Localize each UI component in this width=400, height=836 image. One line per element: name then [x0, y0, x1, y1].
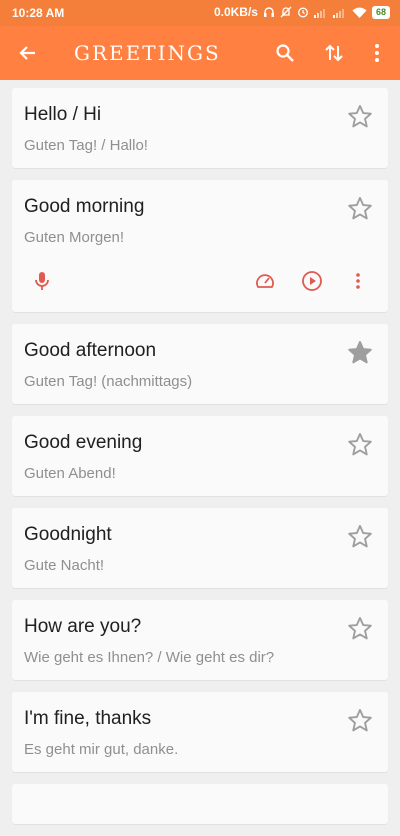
phrase-card[interactable]: Good evening Guten Abend! [12, 416, 388, 496]
alarm-icon [297, 6, 309, 18]
status-time: 10:28 AM [12, 6, 65, 20]
swap-languages-button[interactable] [320, 39, 348, 67]
phrase-german: Guten Morgen! [24, 229, 125, 246]
battery-level: 68 [371, 5, 390, 19]
page-title: GREETINGS [74, 41, 221, 65]
phrase-menu-button[interactable] [343, 266, 373, 296]
playback-speed-button[interactable] [250, 266, 280, 296]
network-speed: 0.0KB/s [213, 5, 258, 19]
star-outline-icon[interactable] [346, 195, 374, 223]
star-filled-icon[interactable] [346, 339, 374, 367]
phrase-german: Es geht mir gut, danke. [24, 741, 179, 758]
arrow-left-icon [19, 46, 35, 60]
play-button[interactable] [297, 266, 327, 296]
phrase-english: Good morning [24, 196, 145, 217]
signal-icon-2 [332, 7, 347, 18]
phrase-english: I'm fine, thanks [24, 708, 152, 729]
play-circle-icon [302, 271, 322, 291]
headphones-icon [263, 6, 275, 18]
phrase-actions [12, 266, 388, 296]
phrase-card-partial[interactable] [12, 784, 388, 824]
phrase-english: Hello / Hi [24, 104, 102, 125]
phrase-german: Wie geht es Ihnen? / Wie geht es dir? [24, 649, 275, 666]
search-button[interactable] [271, 39, 299, 67]
phrase-german: Guten Abend! [24, 465, 116, 482]
swap-vertical-icon [325, 44, 343, 62]
phrase-card[interactable]: I'm fine, thanks Es geht mir gut, danke. [12, 692, 388, 772]
phrase-german: Gute Nacht! [24, 557, 105, 574]
phrase-english: Good evening [24, 432, 143, 453]
mute-icon [280, 6, 292, 18]
star-outline-icon[interactable] [346, 615, 374, 643]
speedometer-icon [256, 274, 274, 288]
status-icons: 0.0KB/s 68 [214, 5, 390, 19]
phrase-card[interactable]: How are you? Wie geht es Ihnen? / Wie ge… [12, 600, 388, 680]
phrase-card-expanded[interactable]: Good morning Guten Morgen! [12, 180, 388, 312]
star-outline-icon[interactable] [346, 707, 374, 735]
wifi-icon [352, 7, 367, 18]
star-outline-icon[interactable] [346, 523, 374, 551]
phrase-card[interactable]: Goodnight Gute Nacht! [12, 508, 388, 588]
overflow-menu-button[interactable] [363, 39, 391, 67]
phrase-english: How are you? [24, 616, 142, 637]
app-bar: GREETINGS [0, 26, 400, 80]
signal-icon [313, 7, 328, 18]
more-vertical-icon [375, 44, 379, 62]
phrase-german: Guten Tag! (nachmittags) [24, 373, 193, 390]
status-bar: 10:28 AM 0.0KB/s 68 [0, 0, 400, 26]
microphone-icon [35, 272, 49, 290]
phrase-german: Guten Tag! / Hallo! [24, 137, 148, 154]
phrase-english: Goodnight [24, 524, 112, 545]
more-vertical-icon [356, 273, 360, 289]
record-button[interactable] [27, 266, 57, 296]
phrase-card[interactable]: Good afternoon Guten Tag! (nachmittags) [12, 324, 388, 404]
star-outline-icon[interactable] [346, 103, 374, 131]
phrase-english: Good afternoon [24, 340, 157, 361]
star-outline-icon[interactable] [346, 431, 374, 459]
phrase-card[interactable]: Hello / Hi Guten Tag! / Hallo! [12, 88, 388, 168]
back-button[interactable] [14, 39, 42, 67]
search-icon [276, 44, 294, 62]
phrase-list: Hello / Hi Guten Tag! / Hallo! Good morn… [12, 88, 388, 836]
